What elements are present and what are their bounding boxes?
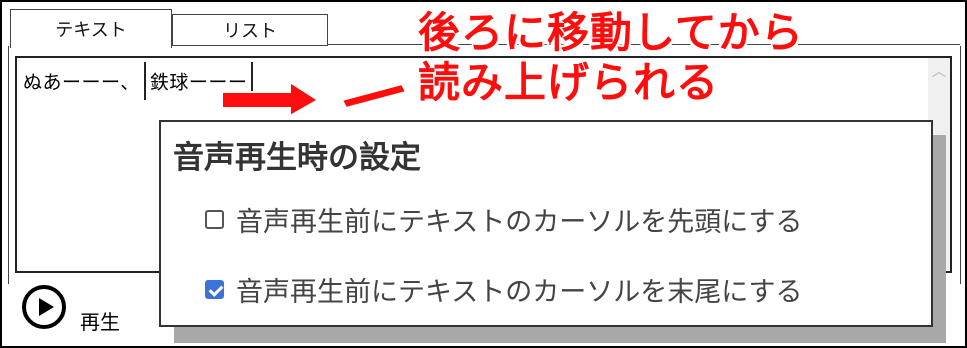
tab-text-label: テキスト bbox=[55, 20, 127, 41]
checkbox-caret-to-end[interactable] bbox=[205, 280, 224, 299]
tab-text[interactable]: テキスト bbox=[10, 9, 172, 48]
text-caret-1 bbox=[143, 62, 146, 100]
option-caret-to-end-label: 音声再生前にテキストのカーソルを末尾にする bbox=[236, 277, 803, 308]
play-button[interactable] bbox=[22, 285, 66, 329]
checkbox-caret-to-start[interactable] bbox=[205, 210, 224, 229]
popup-title: 音声再生時の設定 bbox=[173, 140, 421, 176]
option-caret-to-start[interactable]: 音声再生前にテキストのカーソルを先頭にする bbox=[205, 200, 802, 239]
option-caret-to-start-label: 音声再生前にテキストのカーソルを先頭にする bbox=[236, 207, 803, 238]
annotation-line-1: 後ろに移動してから bbox=[418, 8, 804, 57]
scroll-up-icon[interactable]: ︿ bbox=[928, 62, 950, 82]
tab-list-label: リスト bbox=[223, 21, 277, 42]
text-before-caret: ぬあーーー、 bbox=[23, 71, 140, 94]
play-label: 再生 bbox=[80, 310, 120, 334]
option-caret-to-end[interactable]: 音声再生前にテキストのカーソルを末尾にする bbox=[205, 270, 802, 309]
tab-list[interactable]: リスト bbox=[172, 14, 328, 46]
dash-mark-icon bbox=[340, 82, 408, 108]
playback-settings-popup: 音声再生時の設定 音声再生前にテキストのカーソルを先頭にする 音声再生前にテキス… bbox=[159, 120, 933, 327]
editor-text: ぬあーーー、 鉄球ーーー bbox=[23, 62, 254, 102]
annotation-line-2: 読み上げられる bbox=[418, 58, 720, 107]
